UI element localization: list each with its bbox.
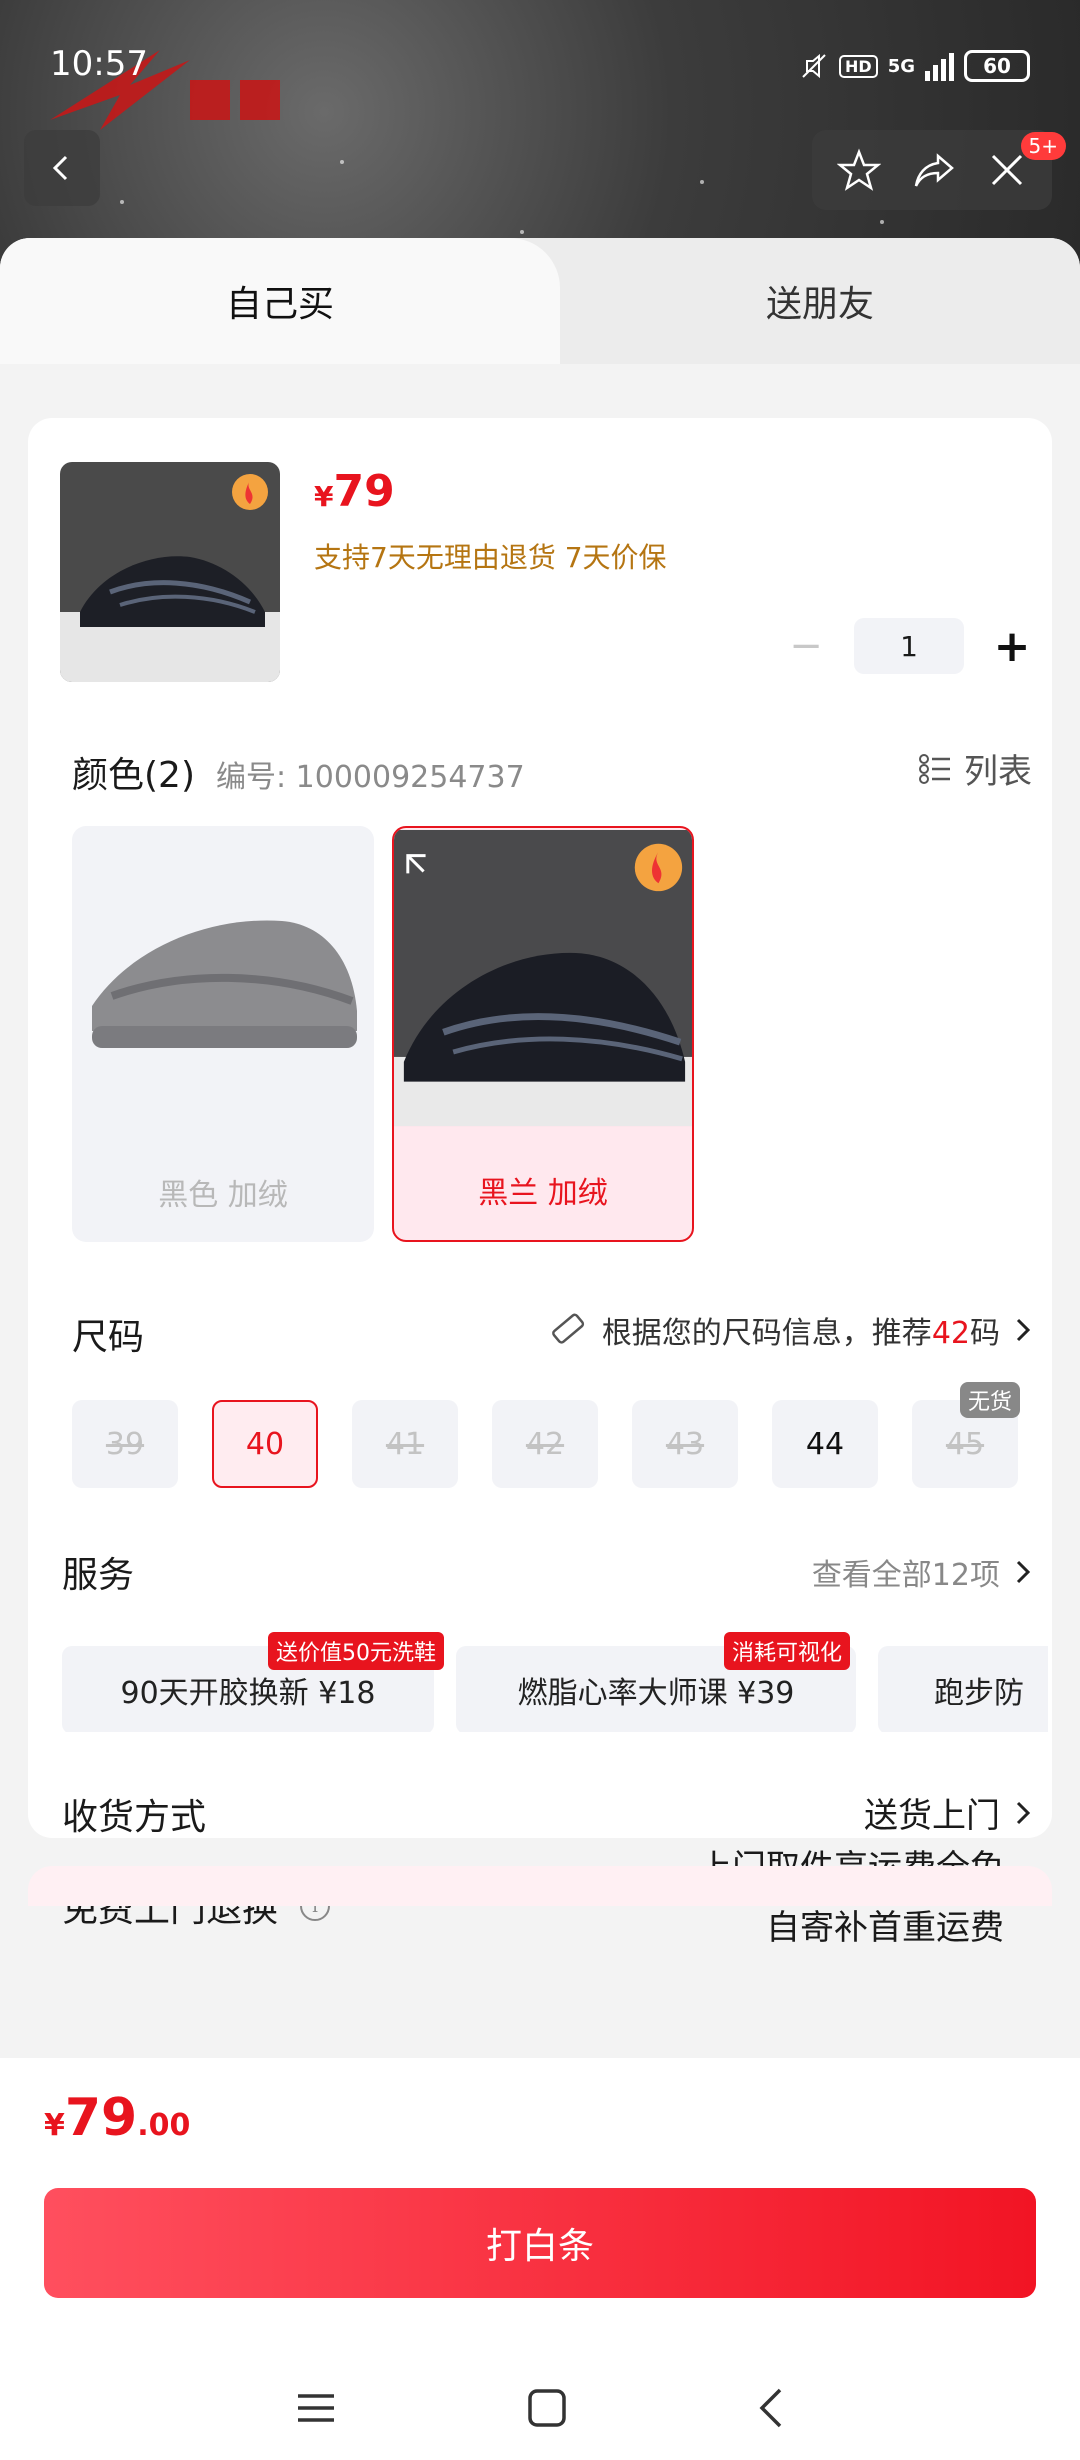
purchase-tabs: 自己买 送朋友 — [0, 238, 1080, 364]
size-option-39[interactable]: 39 — [72, 1400, 178, 1488]
free-return-line: 自寄补首重运费 — [766, 1908, 1004, 1948]
chevron-left-icon — [52, 155, 68, 181]
pay-with-baitiao-button[interactable]: 打白条 — [44, 2188, 1036, 2298]
chevron-right-icon — [1016, 1560, 1031, 1584]
list-view-button[interactable]: 列表 — [918, 744, 1032, 793]
chevron-right-icon — [1016, 1318, 1031, 1342]
hd-icon: HD — [839, 54, 878, 78]
service-option-label: 燃脂心率大师课 ¥39 — [517, 1676, 795, 1711]
shoe-image — [394, 829, 692, 1127]
service-promo-tag: 送价值50元洗鞋 — [268, 1632, 444, 1670]
share-icon[interactable] — [912, 148, 956, 192]
size-option-42[interactable]: 42 — [492, 1400, 598, 1488]
size-option-43[interactable]: 43 — [632, 1400, 738, 1488]
delivery-method-title: 收货方式 — [62, 1797, 207, 1838]
size-option-label: 45 — [945, 1426, 985, 1462]
checkout-bar: ¥79.00 打白条 — [0, 2058, 1080, 2460]
color-option-black-blue-fleece[interactable]: 黑兰 加绒 — [392, 826, 694, 1242]
unit-price: ¥79 — [314, 466, 395, 517]
color-option-label: 黑色 加绒 — [158, 1178, 288, 1213]
product-code: 编号: 100009254737 — [216, 760, 525, 795]
star-icon[interactable] — [837, 148, 882, 192]
shoe-image — [92, 920, 357, 1048]
return-policy: 支持7天无理由退货 7天价保 — [314, 541, 667, 574]
service-option-running[interactable]: 跑步防 — [878, 1646, 1048, 1732]
out-of-stock-badge: 无货 — [959, 1382, 1020, 1418]
tab-gift-to-friend[interactable]: 送朋友 — [560, 238, 1080, 364]
signal-icon — [925, 51, 954, 81]
tab-buy-for-self[interactable]: 自己买 — [0, 238, 560, 364]
promo-card — [28, 1866, 1052, 1906]
chevron-right-icon — [1016, 1801, 1031, 1824]
system-navigation-bar — [0, 2358, 1080, 2458]
list-view-label: 列表 — [964, 752, 1032, 792]
size-options: 39 40 41 42 43 44 45 无货 — [72, 1382, 1020, 1488]
network-label: 5G — [887, 55, 915, 77]
total-price: ¥79.00 — [44, 2088, 191, 2148]
quantity-stepper: − 1 + — [786, 618, 1032, 674]
close-icon[interactable] — [987, 150, 1027, 190]
delivery-method-selector[interactable]: 送货上门 — [864, 1788, 1032, 1837]
delivery-method-value: 送货上门 — [864, 1796, 1000, 1836]
header-actions — [812, 130, 1052, 210]
service-option-label: 90天开胶换新 ¥18 — [120, 1676, 376, 1711]
status-icons: HD 5G 60 — [799, 50, 1030, 82]
back-icon[interactable] — [756, 2386, 786, 2430]
size-option-45[interactable]: 45 无货 — [912, 1382, 1020, 1488]
status-time: 10:57 — [50, 44, 148, 84]
size-recommendation[interactable]: 根据您的尺码信息，推荐42码 — [548, 1308, 1032, 1352]
size-option-41[interactable]: 41 — [352, 1400, 458, 1488]
service-promo-tag: 消耗可视化 — [724, 1632, 851, 1670]
increase-quantity-button[interactable]: + — [992, 621, 1032, 672]
battery-icon: 60 — [964, 50, 1030, 82]
size-section-title: 尺码 — [72, 1317, 145, 1358]
mute-icon — [802, 53, 826, 79]
service-section-title: 服务 — [62, 1555, 135, 1596]
service-option-label: 跑步防 — [934, 1676, 1024, 1711]
decrease-quantity-button[interactable]: − — [786, 623, 826, 669]
message-count-badge: 5+ — [1020, 132, 1066, 160]
size-option-44[interactable]: 44 — [772, 1400, 878, 1488]
color-option-label: 黑兰 加绒 — [478, 1176, 608, 1211]
size-option-40[interactable]: 40 — [212, 1400, 318, 1488]
product-thumbnail[interactable] — [60, 462, 280, 682]
view-all-services-label: 查看全部12项 — [811, 1558, 1000, 1593]
back-button[interactable] — [24, 130, 100, 206]
ruler-icon — [551, 1313, 584, 1344]
spec-card: ¥79 支持7天无理由退货 7天价保 − 1 + 颜色(2) 编号: 10000… — [28, 418, 1052, 1948]
view-all-services-link[interactable]: 查看全部12项 — [812, 1550, 1032, 1594]
quantity-input[interactable]: 1 — [854, 618, 964, 674]
list-icon — [919, 753, 950, 784]
home-icon[interactable] — [525, 2386, 569, 2430]
color-section-title: 颜色(2) — [72, 755, 195, 796]
size-recommendation-text: 根据您的尺码信息，推荐42码 — [601, 1316, 1000, 1351]
menu-icon[interactable] — [294, 2388, 338, 2428]
color-option-black-fleece[interactable]: 黑色 加绒 — [72, 826, 374, 1242]
service-options: 90天开胶换新 ¥18 送价值50元洗鞋 燃脂心率大师课 ¥39 消耗可视化 跑… — [62, 1632, 1048, 1732]
